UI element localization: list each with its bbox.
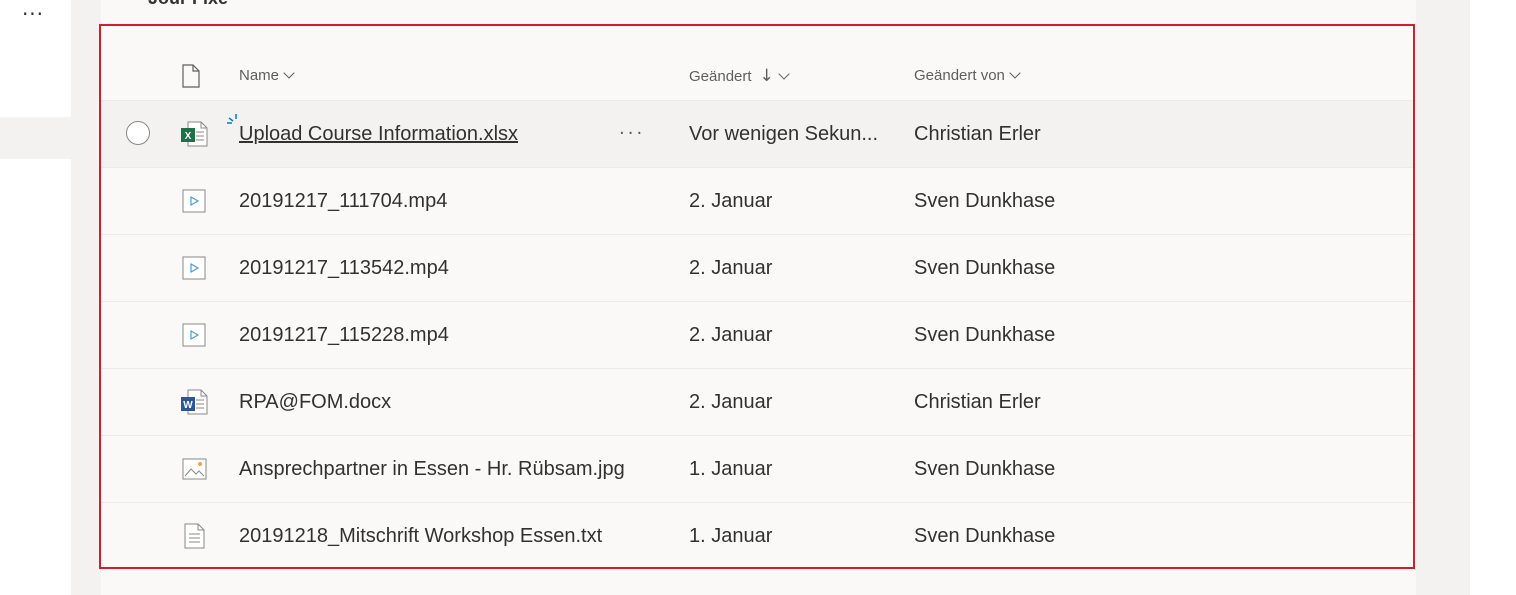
column-header-modified-by[interactable]: Geändert von (914, 52, 1021, 100)
column-header-row: Name Geändert ↓ Geändert von (101, 52, 1413, 100)
library-title: Jour Fixe (148, 0, 228, 9)
file-modified-by: Sven Dunkhase (914, 324, 1056, 346)
file-modified-by: Sven Dunkhase (914, 458, 1056, 480)
chevron-down-icon (283, 67, 295, 79)
file-modified: 2. Januar (689, 324, 773, 346)
video-icon (182, 323, 206, 347)
file-modified-by: Sven Dunkhase (914, 190, 1056, 212)
file-name-link[interactable]: 20191217_115228.mp4 (239, 302, 449, 368)
excel-icon: X (181, 121, 208, 147)
file-row[interactable]: X Upload Course Information.xlsx ··· Vor… (101, 100, 1413, 167)
file-name-link[interactable]: 20191217_113542.mp4 (239, 235, 449, 301)
file-modified: 1. Januar (689, 525, 773, 547)
file-row[interactable]: 20191218_Mitschrift Workshop Essen.txt 1… (101, 502, 1413, 569)
image-icon (182, 458, 207, 480)
file-modified: 2. Januar (689, 257, 773, 279)
chevron-down-icon (1009, 67, 1021, 79)
file-name-link[interactable]: 20191218_Mitschrift Workshop Essen.txt (239, 503, 602, 569)
file-name-link[interactable]: 20191217_111704.mp4 (239, 168, 447, 234)
file-modified: 1. Januar (689, 458, 773, 480)
file-modified: Vor wenigen Sekun... (689, 123, 879, 145)
video-icon (182, 189, 206, 213)
file-modified: 2. Januar (689, 391, 773, 413)
row-more-actions-icon[interactable]: ··· (619, 101, 645, 167)
column-header-modified-label: Geändert (689, 68, 752, 85)
file-modified-by: Christian Erler (914, 391, 1041, 413)
svg-text:W: W (183, 400, 193, 411)
selected-nav-item[interactable] (0, 117, 71, 159)
column-header-modified[interactable]: Geändert ↓ (689, 52, 790, 100)
file-name-link[interactable]: Upload Course Information.xlsx (239, 101, 518, 167)
column-header-name[interactable]: Name (239, 52, 295, 100)
more-options-icon[interactable]: ··· (19, 4, 47, 32)
file-modified-by: Christian Erler (914, 123, 1041, 145)
left-rail: ··· (0, 0, 71, 595)
word-icon: W (181, 389, 208, 415)
file-row[interactable]: 20191217_115228.mp4 2. Januar Sven Dunkh… (101, 301, 1413, 368)
file-modified-by: Sven Dunkhase (914, 525, 1056, 547)
column-header-modified-by-label: Geändert von (914, 67, 1005, 84)
file-row[interactable]: 20191217_111704.mp4 2. Januar Sven Dunkh… (101, 167, 1413, 234)
file-row[interactable]: 20191217_113542.mp4 2. Januar Sven Dunkh… (101, 234, 1413, 301)
video-icon (182, 256, 206, 280)
svg-text:X: X (185, 131, 192, 142)
file-rows: X Upload Course Information.xlsx ··· Vor… (101, 100, 1413, 569)
file-modified-by: Sven Dunkhase (914, 257, 1056, 279)
file-list: Name Geändert ↓ Geändert von X Upload Co… (99, 24, 1415, 569)
column-header-name-label: Name (239, 67, 280, 84)
file-type-header-icon[interactable] (180, 64, 202, 88)
file-name-link[interactable]: RPA@FOM.docx (239, 369, 391, 435)
chevron-down-icon (778, 68, 790, 80)
file-modified: 2. Januar (689, 190, 773, 212)
file-row[interactable]: Ansprechpartner in Essen - Hr. Rübsam.jp… (101, 435, 1413, 502)
file-name-link[interactable]: Ansprechpartner in Essen - Hr. Rübsam.jp… (239, 436, 625, 502)
row-select-radio[interactable] (126, 121, 150, 145)
text-file-icon (184, 523, 205, 549)
sort-descending-icon: ↓ (759, 66, 774, 86)
file-row[interactable]: W RPA@FOM.docx 2. Januar Christian Erler (101, 368, 1413, 435)
